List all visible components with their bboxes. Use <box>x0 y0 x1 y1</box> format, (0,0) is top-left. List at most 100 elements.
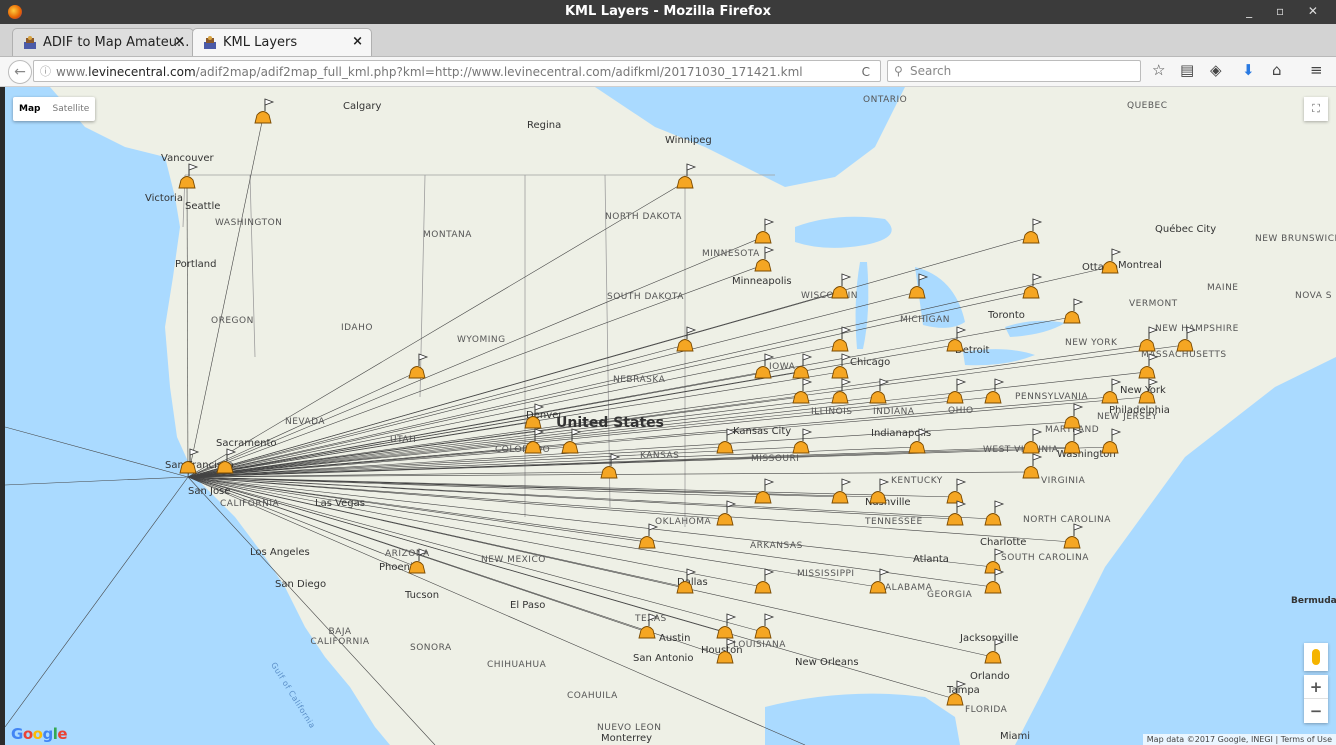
download-icon[interactable]: ⬇ <box>1242 61 1255 79</box>
ham-radio-icon <box>204 36 216 49</box>
menu-icon[interactable]: ≡ <box>1310 61 1323 79</box>
search-placeholder: Search <box>910 64 952 78</box>
tab-close-icon[interactable]: × <box>174 34 185 49</box>
contact-flag-marker-icon[interactable] <box>869 378 890 404</box>
url-bar[interactable]: ⓘ www.levinecentral.com/adif2map/adif2ma… <box>33 60 881 82</box>
contact-flag-marker-icon[interactable] <box>984 500 1005 526</box>
contact-flag-marker-icon[interactable] <box>524 403 545 429</box>
map-type-map[interactable]: Map <box>13 97 46 121</box>
contact-flag-marker-icon[interactable] <box>754 568 775 594</box>
contact-flag-marker-icon[interactable] <box>946 500 967 526</box>
contact-flag-marker-icon[interactable] <box>869 568 890 594</box>
contact-flag-marker-icon[interactable] <box>408 353 429 379</box>
contact-flag-marker-icon[interactable] <box>1022 218 1043 244</box>
contact-flag-marker-icon[interactable] <box>600 453 621 479</box>
contact-flag-marker-icon[interactable] <box>1101 248 1122 274</box>
reading-list-icon[interactable]: ▤ <box>1180 61 1194 79</box>
map-attribution[interactable]: Map data ©2017 Google, INEGI | Terms of … <box>1142 734 1336 745</box>
search-input[interactable]: ⚲ Search <box>887 60 1141 82</box>
contact-flag-marker-icon[interactable] <box>716 500 737 526</box>
tab-label: KML Layers <box>223 35 298 50</box>
tab-strip: ADIF to Map Amateu... × KML Layers × ✚ <box>0 24 1336 73</box>
tab-close-icon[interactable]: × <box>352 34 363 49</box>
pocket-icon[interactable]: ◈ <box>1210 61 1222 79</box>
back-button[interactable]: ← <box>8 60 32 84</box>
zoom-out-button[interactable]: − <box>1304 699 1328 723</box>
contact-flag-marker-icon[interactable] <box>831 478 852 504</box>
tab-kml-layers[interactable]: KML Layers × <box>192 28 372 56</box>
contact-flag-marker-icon[interactable] <box>1063 428 1084 454</box>
contact-flag-marker-icon[interactable] <box>524 428 545 454</box>
contact-flag-marker-icon[interactable] <box>792 353 813 379</box>
contact-flag-marker-icon[interactable] <box>908 428 929 454</box>
fullscreen-button[interactable]: ⛶ <box>1304 97 1328 121</box>
zoom-control: + − <box>1304 675 1328 723</box>
contact-flag-marker-icon[interactable] <box>676 163 697 189</box>
contact-flag-marker-icon[interactable] <box>831 326 852 352</box>
contact-flag-marker-icon[interactable] <box>754 246 775 272</box>
contact-flag-marker-icon[interactable] <box>754 218 775 244</box>
contact-flag-marker-icon[interactable] <box>946 478 967 504</box>
contact-flag-marker-icon[interactable] <box>831 378 852 404</box>
contact-flag-marker-icon[interactable] <box>831 273 852 299</box>
contact-flag-marker-icon[interactable] <box>716 428 737 454</box>
ham-radio-icon <box>24 36 36 49</box>
contact-flag-marker-icon[interactable] <box>561 428 582 454</box>
contact-flag-marker-icon[interactable] <box>1063 403 1084 429</box>
contact-flag-marker-icon[interactable] <box>1101 428 1122 454</box>
search-icon: ⚲ <box>894 64 903 78</box>
google-map[interactable]: ONTARIO QUEBEC NORTH DAKOTA MONTANA WASH… <box>5 87 1336 745</box>
contact-markers <box>178 98 1197 706</box>
site-info-icon[interactable]: ⓘ <box>40 61 51 83</box>
contact-flag-marker-icon[interactable] <box>1022 428 1043 454</box>
contact-flag-marker-icon[interactable] <box>178 163 199 189</box>
contact-flag-marker-icon[interactable] <box>908 273 929 299</box>
contact-flag-marker-icon[interactable] <box>831 353 852 379</box>
contact-flag-marker-icon[interactable] <box>946 326 967 352</box>
contact-flag-marker-icon[interactable] <box>1063 298 1084 324</box>
map-type-control: Map Satellite <box>13 97 96 121</box>
contact-flag-marker-icon[interactable] <box>792 378 813 404</box>
street-view-pegman-icon[interactable] <box>1304 643 1328 671</box>
contact-flag-marker-icon[interactable] <box>216 448 237 474</box>
contact-flag-marker-icon[interactable] <box>179 448 200 474</box>
contact-flag-marker-icon[interactable] <box>408 548 429 574</box>
contact-flag-marker-icon[interactable] <box>1138 378 1159 404</box>
contact-flag-marker-icon[interactable] <box>1101 378 1122 404</box>
contact-flag-marker-icon[interactable] <box>946 378 967 404</box>
contact-flag-marker-icon[interactable] <box>638 523 659 549</box>
bookmark-star-icon[interactable]: ☆ <box>1152 61 1165 79</box>
contact-flag-marker-icon[interactable] <box>1138 326 1159 352</box>
window-title: KML Layers - Mozilla Firefox <box>564 4 771 19</box>
contact-flag-marker-icon[interactable] <box>792 428 813 454</box>
contact-flag-marker-icon[interactable] <box>869 478 890 504</box>
contact-flag-marker-icon[interactable] <box>254 98 275 124</box>
contact-flag-marker-icon[interactable] <box>946 680 967 706</box>
contact-flag-marker-icon[interactable] <box>984 378 1005 404</box>
window-titlebar: KML Layers - Mozilla Firefox _ ▫ ✕ <box>0 0 1336 24</box>
navigation-bar: ← ⓘ www.levinecentral.com/adif2map/adif2… <box>0 57 1336 87</box>
contact-flag-marker-icon[interactable] <box>1022 273 1043 299</box>
contact-flag-marker-icon[interactable] <box>676 568 697 594</box>
contact-flag-marker-icon[interactable] <box>1138 353 1159 379</box>
contact-flag-marker-icon[interactable] <box>754 478 775 504</box>
tab-label: ADIF to Map Amateu... <box>43 35 190 50</box>
contact-flag-marker-icon[interactable] <box>1022 453 1043 479</box>
map-type-satellite[interactable]: Satellite <box>46 97 95 121</box>
contact-flag-marker-icon[interactable] <box>716 638 737 664</box>
zoom-in-button[interactable]: + <box>1304 675 1328 699</box>
reload-icon[interactable]: C <box>862 61 870 83</box>
window-controls[interactable]: _ ▫ ✕ <box>1246 4 1328 18</box>
contact-flag-marker-icon[interactable] <box>676 326 697 352</box>
tab-adif-to-map[interactable]: ADIF to Map Amateu... × <box>12 28 194 56</box>
contact-flag-marker-icon[interactable] <box>716 613 737 639</box>
contact-flag-marker-icon[interactable] <box>754 613 775 639</box>
contact-flag-marker-icon[interactable] <box>1063 523 1084 549</box>
contact-flag-marker-icon[interactable] <box>638 613 659 639</box>
contact-flag-marker-icon[interactable] <box>984 548 1005 574</box>
home-icon[interactable]: ⌂ <box>1272 61 1282 79</box>
contact-flag-marker-icon[interactable] <box>984 638 1005 664</box>
contact-flag-marker-icon[interactable] <box>754 353 775 379</box>
url-text: www.levinecentral.com/adif2map/adif2map_… <box>56 65 803 79</box>
contact-flag-marker-icon[interactable] <box>1176 326 1197 352</box>
